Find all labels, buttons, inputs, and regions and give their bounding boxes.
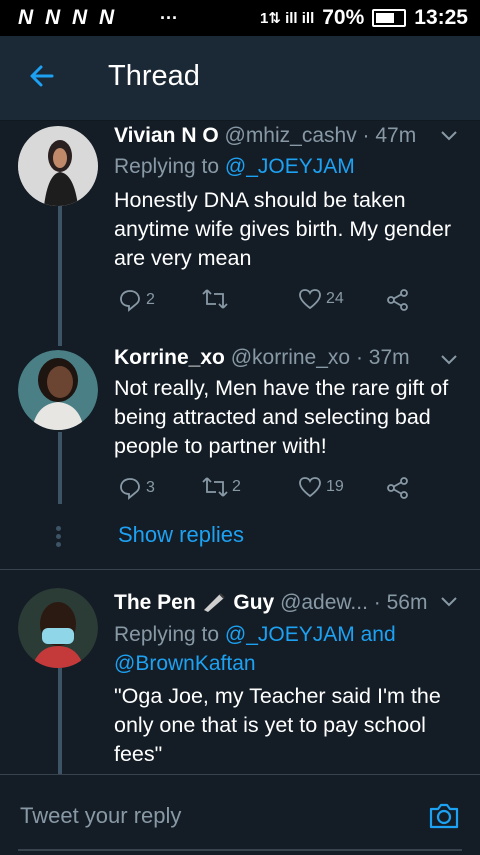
timestamp: · 37m	[355, 346, 410, 369]
thread-line	[58, 432, 62, 504]
signal-icon: 1⇅ ill ill	[259, 10, 315, 27]
thread-list[interactable]: Vivian N O @mhiz_cashv · 47m Replying to…	[0, 120, 480, 774]
avatar[interactable]	[18, 588, 98, 668]
thread-line	[58, 206, 62, 346]
replying-to: Replying to @_JOEYJAM	[114, 152, 355, 181]
mention-link-2[interactable]: @BrownKaftan	[114, 652, 256, 675]
avatar[interactable]	[18, 350, 98, 430]
share-action[interactable]	[386, 476, 414, 500]
like-action[interactable]: 19	[298, 476, 344, 498]
avatar-image	[18, 350, 98, 430]
battery-icon	[372, 9, 407, 27]
status-right: 1⇅ ill ill 70% 13:25	[260, 6, 468, 30]
like-count: 19	[326, 478, 344, 495]
more-dots	[56, 526, 62, 550]
thread-line	[58, 668, 62, 774]
share-icon	[387, 477, 408, 499]
timestamp: · 47m	[362, 124, 417, 147]
handle[interactable]: @adew...	[280, 591, 368, 614]
retweet-count: 2	[232, 478, 241, 495]
tweet-header: The Pen Guy @adew... · 56m	[114, 590, 427, 615]
page-title: Thread	[108, 60, 200, 92]
chevron-down-icon[interactable]	[440, 596, 458, 608]
handle[interactable]: @mhiz_cashv	[225, 124, 357, 147]
avatar[interactable]	[18, 126, 98, 206]
reply-count: 2	[146, 291, 155, 308]
chevron-down-icon[interactable]	[440, 354, 458, 366]
reply-underline	[18, 849, 462, 851]
battery-percent: 70%	[322, 6, 365, 29]
share-icon	[387, 289, 408, 311]
display-name[interactable]: Korrine_xo	[114, 346, 225, 369]
replying-joiner: and	[354, 623, 396, 646]
mention-link[interactable]: @_JOEYJAM	[225, 155, 355, 178]
tweet-header: Vivian N O @mhiz_cashv · 47m	[114, 124, 416, 148]
clock: 13:25	[414, 6, 468, 29]
retweet-action[interactable]: 2	[202, 476, 241, 498]
mention-link[interactable]: @_JOEYJAM	[225, 623, 355, 646]
pen-icon	[203, 593, 225, 612]
replying-prefix: Replying to	[114, 623, 225, 646]
retweet-action[interactable]	[202, 288, 232, 310]
like-action[interactable]: 24	[298, 288, 344, 310]
display-name[interactable]: Vivian N O	[114, 124, 219, 147]
chevron-down-icon[interactable]	[440, 130, 458, 142]
replying-to: Replying to @_JOEYJAM and @BrownKaftan	[114, 620, 464, 678]
carrier-icons: N N N N	[18, 6, 118, 29]
like-icon	[299, 477, 321, 498]
tweet-actions: 3 2 19	[114, 476, 414, 504]
app-bar: Thread	[0, 36, 480, 121]
tweet-text: Not really, Men have the rare gift of be…	[114, 376, 449, 458]
reply-input[interactable]: Tweet your reply	[20, 803, 181, 829]
reply-icon	[120, 290, 140, 312]
tweet-actions: 2 24	[114, 288, 414, 316]
like-count: 24	[326, 290, 344, 307]
avatar-image	[18, 588, 98, 668]
share-action[interactable]	[386, 288, 414, 312]
reply-action[interactable]: 2	[118, 288, 155, 312]
reply-action[interactable]: 3	[118, 476, 155, 500]
retweet-icon	[202, 477, 228, 497]
camera-icon[interactable]	[428, 801, 460, 831]
status-bar: N N N N ··· 1⇅ ill ill 70% 13:25	[0, 0, 480, 36]
display-name[interactable]: The Pen	[114, 591, 196, 614]
reply-count: 3	[146, 479, 155, 496]
status-dots: ···	[160, 8, 178, 28]
retweet-icon	[202, 289, 228, 309]
show-replies-link[interactable]: Show replies	[118, 522, 244, 548]
avatar-image	[18, 126, 98, 206]
tweet-text: Honestly DNA should be taken anytime wif…	[114, 188, 451, 270]
replying-prefix: Replying to	[114, 155, 225, 178]
timestamp: · 56m	[373, 591, 428, 614]
reply-icon	[120, 478, 140, 500]
divider	[0, 569, 480, 570]
tweet-header: Korrine_xo @korrine_xo · 37m	[114, 346, 410, 370]
display-name-suffix[interactable]: Guy	[233, 591, 274, 614]
back-arrow-icon[interactable]	[26, 60, 58, 92]
like-icon	[299, 289, 321, 310]
reply-bar: Tweet your reply	[0, 774, 480, 855]
tweet-text: "Oga Joe, my Teacher said I'm the only o…	[114, 684, 441, 766]
handle[interactable]: @korrine_xo	[231, 346, 350, 369]
